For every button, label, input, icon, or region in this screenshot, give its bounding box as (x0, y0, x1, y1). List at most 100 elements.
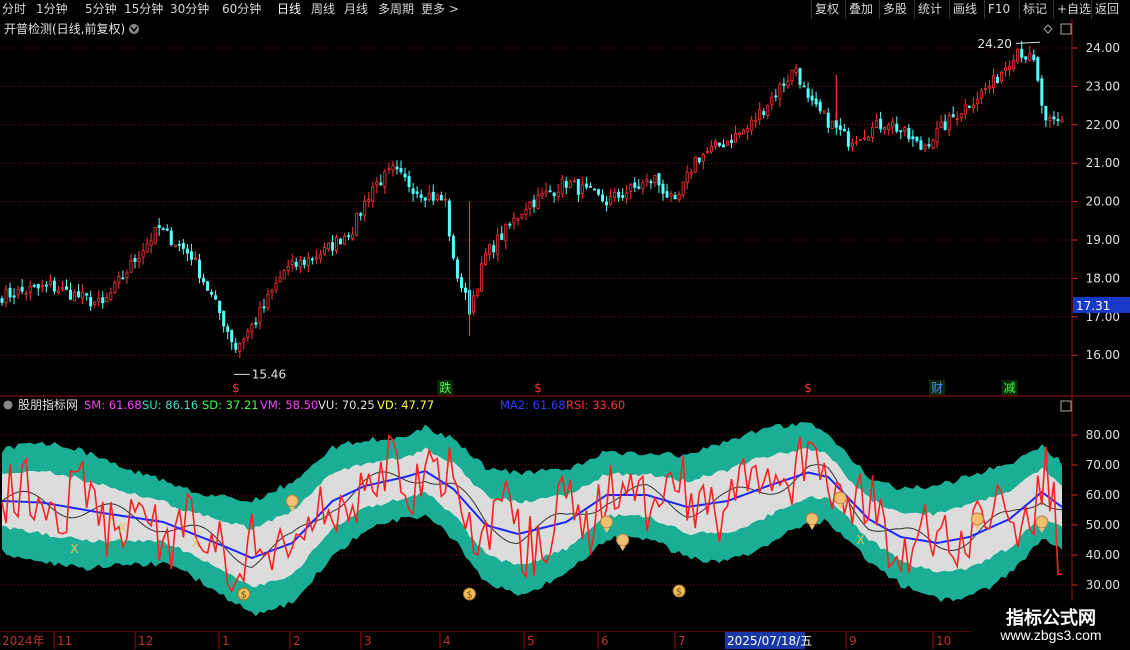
toolbar-button-2[interactable]: 多股 (883, 1, 907, 17)
candle-body (725, 140, 729, 146)
candle-body (826, 112, 830, 128)
hand-signal-icon (1035, 515, 1049, 529)
toolbar-button-0[interactable]: 复权 (815, 1, 839, 17)
candle-body (40, 284, 44, 287)
candle-body (492, 245, 496, 253)
toolbar-divider (914, 0, 915, 19)
candle-body (645, 178, 649, 182)
candle-body (262, 306, 266, 309)
candle-body (133, 258, 137, 262)
candle-body (967, 105, 971, 108)
candle-body (60, 287, 64, 290)
candle-body (871, 126, 875, 138)
candle-body (314, 257, 318, 260)
toolbar-button-5[interactable]: F10 (988, 1, 1010, 17)
candle-body (472, 295, 476, 313)
candle-body (996, 76, 1000, 83)
indicator-toggle-icon[interactable] (1060, 400, 1072, 412)
candle-body (16, 288, 20, 296)
cross-signal-icon: X (70, 542, 78, 556)
toolbar-divider (879, 0, 880, 19)
toolbar-button-3[interactable]: 统计 (918, 1, 942, 17)
candle-body (758, 109, 762, 120)
candle-body (818, 101, 822, 112)
candle-body (347, 235, 351, 238)
candle-body (101, 297, 105, 304)
candle-body (234, 342, 238, 350)
candle-body (359, 213, 363, 216)
toolbar-divider (1019, 0, 1020, 19)
period-tab-8[interactable]: 月线 (344, 1, 368, 17)
diamond-icon[interactable] (1043, 24, 1053, 34)
candle-body (85, 293, 89, 296)
toolbar-divider (984, 0, 985, 19)
title-dropdown-icon[interactable] (129, 24, 139, 34)
candle-body (560, 178, 564, 195)
period-tab-10[interactable]: 更多 > (421, 1, 459, 17)
candle-body (834, 119, 838, 128)
candle-body (738, 132, 742, 136)
candle-body (1032, 54, 1036, 61)
candle-body (1028, 53, 1032, 61)
panel-toggle-icon[interactable] (1060, 23, 1072, 35)
candle-body (69, 289, 73, 300)
period-tab-7[interactable]: 周线 (311, 1, 335, 17)
candle-body (854, 141, 858, 144)
candle-body (907, 128, 911, 140)
period-tab-3[interactable]: 15分钟 (124, 1, 163, 17)
period-tab-1[interactable]: 1分钟 (36, 1, 68, 17)
candle-body (1036, 57, 1040, 81)
candle-body (294, 261, 298, 267)
candle-body (838, 125, 842, 130)
candle-body (274, 282, 278, 290)
period-tab-2[interactable]: 5分钟 (85, 1, 117, 17)
time-axis-label: 9 (849, 634, 857, 648)
candle-body (202, 277, 206, 283)
candle-body (822, 110, 826, 114)
candle-body (113, 282, 117, 293)
candle-body (363, 200, 367, 216)
period-tab-4[interactable]: 30分钟 (170, 1, 209, 17)
candle-body (355, 212, 359, 236)
candle-body (1060, 119, 1064, 123)
candle-body (536, 194, 540, 209)
toolbar-button-8[interactable]: 返回 (1095, 1, 1119, 17)
candle-body (109, 292, 113, 301)
candle-body (1020, 48, 1024, 58)
candle-body (689, 172, 693, 175)
candle-body (282, 270, 286, 280)
candle-body (629, 184, 633, 192)
candle-body (576, 179, 580, 195)
period-tab-9[interactable]: 多周期 (378, 1, 414, 17)
candle-body (488, 244, 492, 255)
period-tab-5[interactable]: 60分钟 (222, 1, 261, 17)
candle-body (97, 297, 101, 302)
candle-body (298, 259, 302, 268)
candle-body (286, 265, 290, 271)
candle-body (480, 262, 484, 292)
indicator-tick-label: 30.00 (1086, 578, 1120, 592)
candle-body (210, 291, 214, 295)
indicator-chart: 股朋指标网 SM: 61.68 SU: 86.16 SD: 37.21 VM: 58.5… (0, 397, 1120, 631)
period-tab-0[interactable]: 分时 (2, 1, 26, 17)
toolbar-button-6[interactable]: 标记 (1023, 1, 1047, 17)
indicator-value: MA2: 61.68 (500, 398, 566, 412)
candle-body (669, 193, 673, 197)
toolbar-button-1[interactable]: 叠加 (849, 1, 873, 17)
candle-body (399, 168, 403, 173)
indicator-menu-icon[interactable] (3, 400, 13, 410)
candle-body (673, 195, 677, 200)
candle-body (782, 83, 786, 86)
toolbar-button-7[interactable]: +自选 (1057, 1, 1091, 17)
period-tab-6[interactable]: 日线 (277, 1, 301, 17)
current-price-label: 17.31 (1076, 299, 1110, 313)
time-axis-label: 3 (364, 634, 372, 648)
candle-body (814, 98, 818, 105)
candle-body (463, 287, 468, 293)
candle-body (806, 88, 810, 98)
toolbar-button-4[interactable]: 画线 (953, 1, 977, 17)
candle-body (794, 67, 798, 73)
candle-body (1048, 117, 1052, 121)
candle-body (189, 251, 193, 260)
candle-body (979, 90, 983, 99)
